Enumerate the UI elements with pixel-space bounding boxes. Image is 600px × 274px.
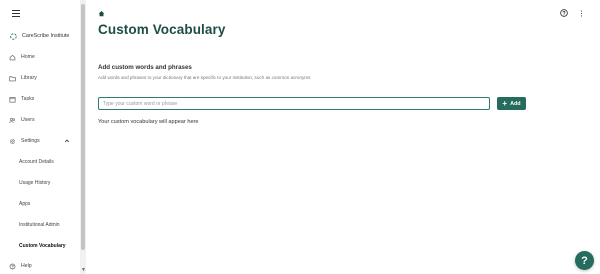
sidebar-item-users[interactable]: Users [9, 115, 35, 125]
brand[interactable]: CareScribe Institute [10, 31, 69, 41]
help-circle-icon[interactable] [560, 9, 568, 17]
custom-word-input[interactable] [98, 97, 490, 110]
sidebar-item-settings[interactable]: Settings [9, 136, 40, 146]
kebab-menu-icon[interactable] [580, 10, 583, 17]
section-title: Add custom words and phrases [98, 64, 192, 71]
brand-name: CareScribe Institute [22, 33, 70, 39]
sidebar-item-library[interactable]: Library [9, 73, 37, 83]
add-button-label: Add [510, 100, 521, 107]
page-title: Custom Vocabulary [98, 22, 226, 37]
question-mark-icon: ? [581, 254, 588, 267]
empty-vocabulary-message: Your custom vocabulary will appear here [98, 119, 199, 125]
scroll-down-arrow-icon[interactable]: ▼ [81, 268, 86, 273]
chevron-up-icon[interactable] [64, 138, 70, 144]
hamburger-menu-icon[interactable] [12, 10, 20, 17]
sidebar-item-label: Tasks [21, 96, 35, 102]
section-description: Add words and phrases to your dictionary… [98, 75, 311, 80]
sidebar: CareScribe Institute Home Library Tasks … [0, 0, 80, 274]
users-icon [9, 117, 16, 124]
sidebar-item-label: Home [21, 54, 35, 60]
sidebar-subitem-custom-vocabulary[interactable]: Custom Vocabulary [19, 242, 66, 250]
sidebar-item-home[interactable]: Home [9, 52, 35, 62]
sidebar-item-label: Help [21, 263, 32, 269]
add-button[interactable]: + Add [497, 97, 526, 110]
sidebar-item-label: Library [21, 75, 37, 81]
sidebar-scrollbar-thumb[interactable] [81, 4, 85, 250]
help-fab-button[interactable]: ? [575, 251, 594, 270]
brand-logo-icon [10, 32, 17, 40]
sidebar-item-label: Users [21, 117, 35, 123]
sidebar-subitem-apps[interactable]: Apps [19, 200, 30, 208]
folder-icon [9, 75, 16, 82]
calendar-icon [9, 96, 16, 103]
gear-icon [9, 138, 16, 145]
sidebar-subitem-account-details[interactable]: Account Details [19, 158, 54, 166]
sidebar-item-label: Settings [21, 138, 40, 144]
sidebar-subitem-usage-history[interactable]: Usage History [19, 179, 50, 187]
breadcrumb-home-icon[interactable] [98, 10, 105, 17]
sidebar-item-help[interactable]: Help [9, 261, 32, 271]
sidebar-item-tasks[interactable]: Tasks [9, 94, 34, 104]
home-icon [9, 54, 16, 61]
help-icon [9, 263, 16, 270]
plus-icon: + [502, 98, 508, 108]
sidebar-subitem-institutional-admin[interactable]: Institutional Admin [19, 221, 60, 229]
